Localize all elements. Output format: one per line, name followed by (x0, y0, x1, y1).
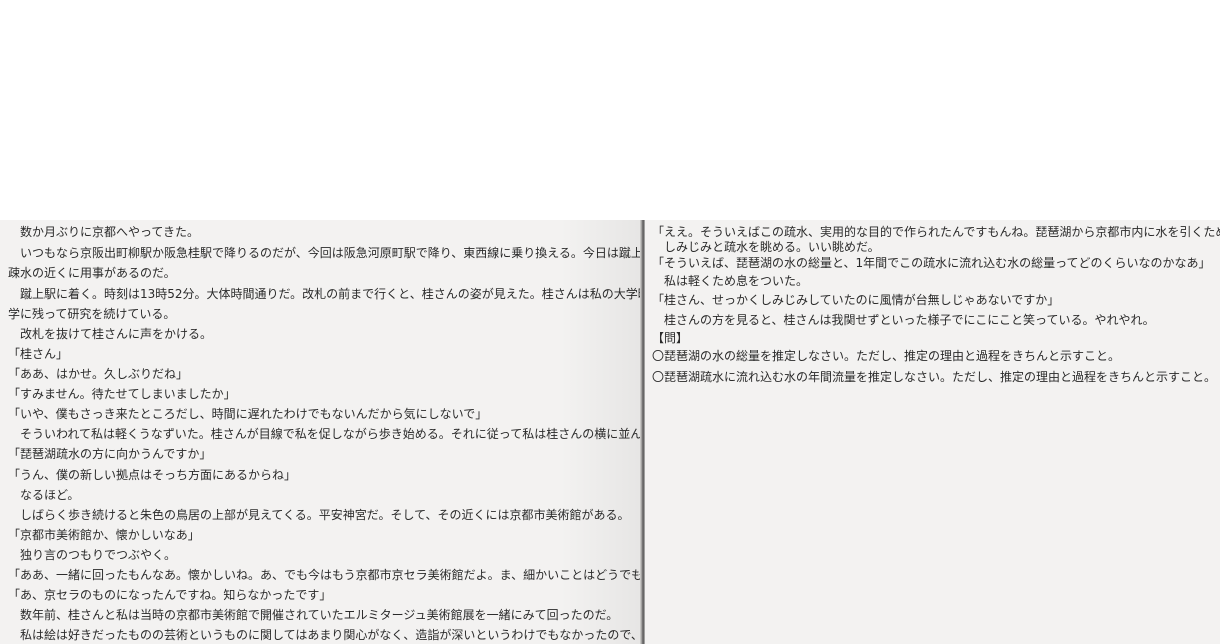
left-line-21: 私は絵は好きだったものの芸術というものに関してはあまり関心がなく、造詣が深いとい… (20, 628, 640, 642)
left-line-2: いつもなら京阪出町柳駅か阪急桂駅で降りるのだが、今回は阪急河原町駅で降り、東西線… (20, 246, 640, 260)
book-viewer: 数か月ぶりに京都へやってきた。 いつもなら京阪出町柳駅か阪急桂駅で降りるのだが、… (0, 220, 1220, 644)
left-line-6: 改札を抜けて桂さんに声をかける。 (8, 327, 213, 341)
right-line-9: 〇琵琶湖疏水に流れ込む水の年間流量を推定しなさい。ただし、推定の理由と過程をきち… (652, 370, 1217, 384)
right-line-1: 「ええ。そういえばこの疏水、実用的な目的で作られたんですもんね。琵琶湖から京都市… (652, 225, 1220, 239)
left-line-9: 「すみません。待たせてしまいましたか」 (8, 387, 236, 401)
left-line-3: 疎水の近くに用事があるのだ。 (8, 266, 176, 280)
right-line-5: 「桂さん、せっかくしみじみしていたのに風情が台無しじゃあないですか」 (652, 293, 1060, 307)
left-line-1: 数か月ぶりに京都へやってきた。 (8, 225, 200, 239)
right-line-7: 【問】 (652, 331, 689, 345)
right-line-8: 〇琵琶湖の水の総量を推定しなさい。ただし、推定の理由と過程をきちんと示すこと。 (652, 349, 1121, 363)
right-line-3: 「そういえば、琵琶湖の水の総量と、1年間でこの疏水に流れ込む水の総量ってどのくら… (652, 256, 1211, 270)
left-line-8: 「ああ、はかせ。久しぶりだね」 (8, 367, 189, 381)
left-line-14: なるほど。 (8, 488, 80, 502)
right-line-4: 私は軽くため息をついた。 (652, 274, 809, 288)
left-line-16: 「京都市美術館か、懐かしいなあ」 (8, 528, 200, 542)
left-line-7: 「桂さん」 (8, 347, 69, 361)
left-line-5: 学に残って研究を続けている。 (8, 307, 176, 321)
left-page[interactable]: 数か月ぶりに京都へやってきた。 いつもなら京阪出町柳駅か阪急桂駅で降りるのだが、… (0, 220, 640, 644)
left-line-20: 数年前、桂さんと私は当時の京都市美術館で開催されていたエルミタージュ美術館展を一… (8, 608, 619, 622)
left-line-19: 「あ、京セラのものになったんですね。知らなかったです」 (8, 588, 332, 602)
left-line-15: しばらく歩き続けると朱色の鳥居の上部が見えてくる。平安神宮だ。そして、その近くに… (8, 508, 630, 522)
blank-area (0, 0, 1220, 220)
left-line-10: 「いや、僕もさっき来たところだし、時間に遅れたわけでもないんだから気にしないで」 (8, 407, 488, 421)
right-line-2: しみじみと疏水を眺める。いい眺めだ。 (652, 240, 880, 254)
left-line-13: 「うん、僕の新しい拠点はそっち方面にあるからね」 (8, 468, 297, 482)
right-page[interactable]: 「ええ。そういえばこの疏水、実用的な目的で作られたんですもんね。琵琶湖から京都市… (645, 220, 1220, 644)
left-line-18: 「ああ、一緒に回ったもんなあ。懐かしいね。あ、でも今はもう京都市京セラ美術館だよ… (8, 568, 640, 582)
left-line-17: 独り言のつもりでつぶやく。 (8, 548, 177, 562)
left-line-11: そういわれて私は軽くうなずいた。桂さんが目線で私を促しながら歩き始める。それに従… (8, 427, 640, 441)
left-line-12: 「琵琶湖疏水の方に向かうんですか」 (8, 447, 212, 461)
right-line-6: 桂さんの方を見ると、桂さんは我関せずといった様子でにこにこと笑っている。やれやれ… (652, 313, 1155, 327)
left-line-4: 蹴上駅に着く。時刻は13時52分。大体時間通りだ。改札の前まで行くと、桂さんの姿… (20, 287, 640, 301)
